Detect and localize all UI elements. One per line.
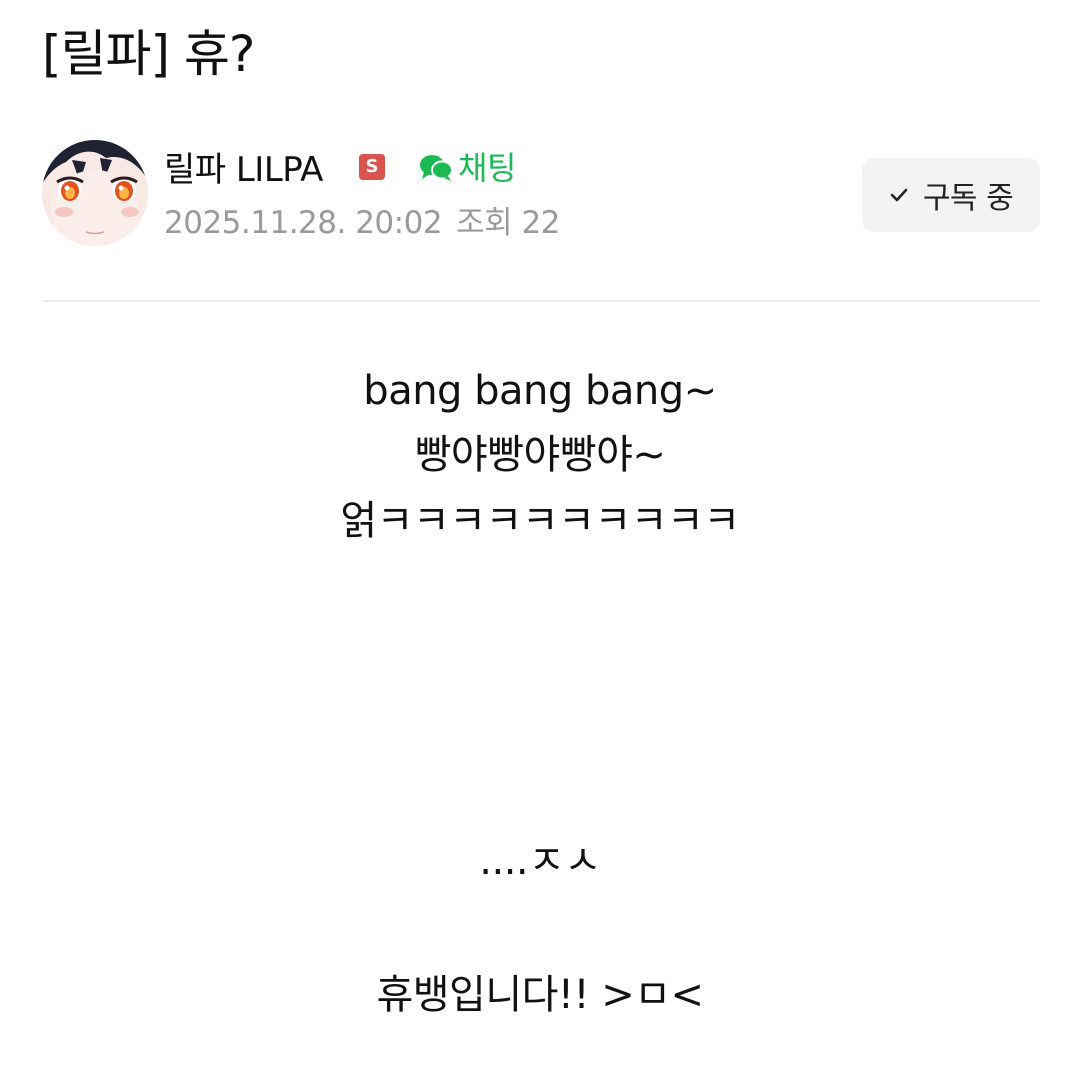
check-icon — [889, 185, 909, 205]
subscribe-label: 구독 중 — [922, 181, 1014, 216]
divider — [42, 300, 1040, 302]
chat-link[interactable]: 채팅 — [418, 148, 516, 188]
chat-label: 채팅 — [458, 149, 516, 187]
content-line: 휴뱅입니다!! >ㅁ< — [376, 972, 704, 1018]
content-line: 빵야빵야빵야~ — [414, 432, 666, 478]
content-line: ....ㅈㅅ — [479, 838, 601, 884]
post-date: 2025.11.28. 20:02 — [164, 205, 443, 241]
post-meta: 2025.11.28. 20:02 조회 22 — [164, 202, 560, 244]
content-line: 얽ㅋㅋㅋㅋㅋㅋㅋㅋㅋㅋ — [340, 498, 740, 544]
author-name[interactable]: 릴파 LILPA — [164, 148, 323, 192]
view-count: 조회 22 — [456, 205, 560, 241]
post-title: [릴파] 휴? — [42, 25, 255, 83]
chat-bubble-icon — [418, 152, 454, 184]
avatar-image — [42, 140, 148, 246]
content-line: bang bang bang~ — [363, 368, 717, 414]
subscribe-button[interactable]: 구독 중 — [862, 158, 1040, 232]
avatar[interactable] — [42, 140, 148, 246]
streamer-badge: S — [359, 154, 385, 180]
author-info: 릴파 LILPA S 채팅 2025.11.28. 20:02 조회 22 구독 … — [42, 140, 1040, 250]
